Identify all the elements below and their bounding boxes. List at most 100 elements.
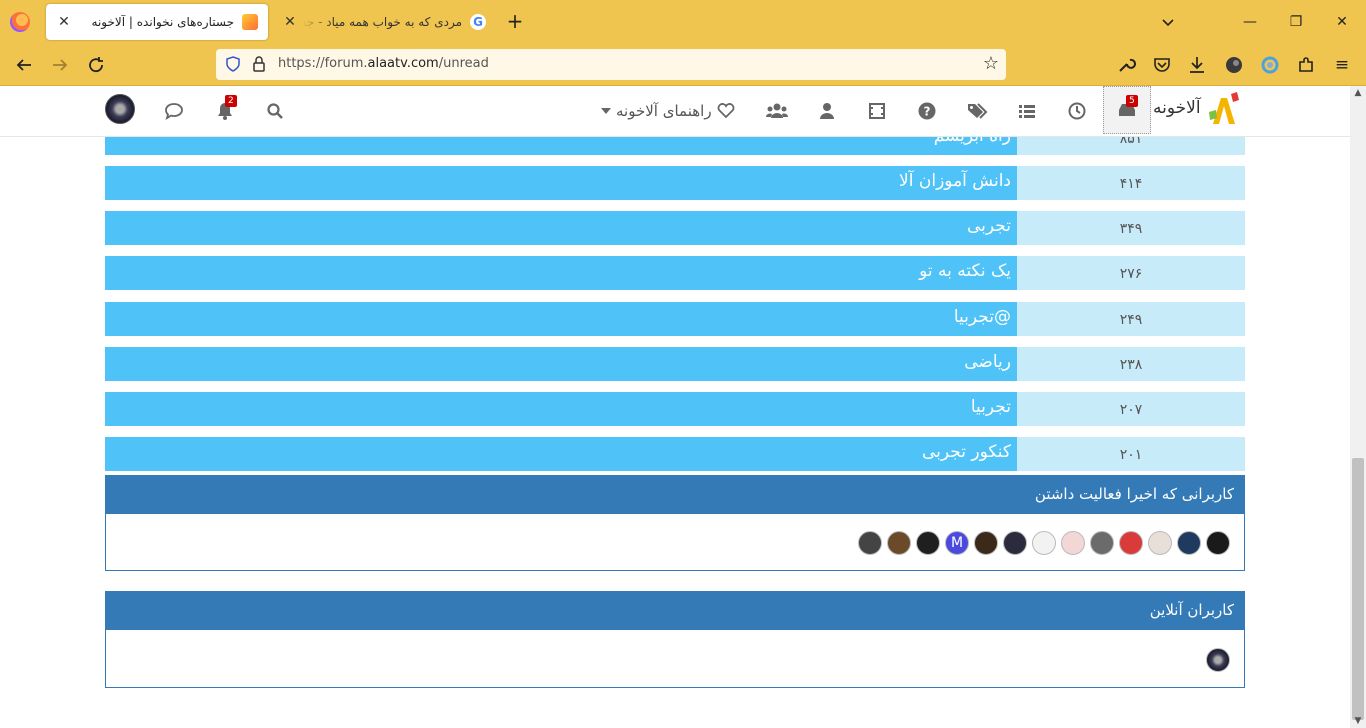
- scroll-down-arrow-icon[interactable]: ▼: [1350, 714, 1366, 728]
- tag-name[interactable]: راه ابریشم: [105, 137, 1017, 155]
- panel-title: کاربرانی که اخیرا فعالیت داشتن: [106, 476, 1244, 514]
- tag-name[interactable]: تجربی: [105, 211, 1017, 245]
- forward-arrow-icon[interactable]: [49, 54, 71, 76]
- tab-title: مردی که به خواب همه میاد - جس: [302, 15, 462, 29]
- tag-row[interactable]: کنکور تجربی ۲۰۱: [105, 437, 1245, 471]
- video-film-icon[interactable]: [865, 99, 889, 123]
- scroll-up-arrow-icon[interactable]: ▲: [1350, 86, 1366, 100]
- user-avatar[interactable]: [1148, 531, 1172, 555]
- alaatv-logo-icon[interactable]: [1207, 90, 1241, 130]
- extension-ring-icon[interactable]: [1259, 54, 1281, 76]
- user-avatar[interactable]: [1119, 531, 1143, 555]
- tag-count: ۸۵۱: [1017, 137, 1245, 155]
- tab-close-icon[interactable]: ✕: [282, 14, 298, 30]
- categories-list-icon[interactable]: [1015, 99, 1039, 123]
- user-avatar[interactable]: [974, 531, 998, 555]
- tag-name[interactable]: دانش آموزان آلا: [105, 166, 1017, 200]
- reload-icon[interactable]: [85, 54, 107, 76]
- pocket-icon[interactable]: [1151, 54, 1173, 76]
- user-avatar[interactable]: [1003, 531, 1027, 555]
- unread-inbox-button[interactable]: 5: [1103, 86, 1151, 134]
- user-avatar[interactable]: [1206, 531, 1230, 555]
- notifications-badge: 2: [225, 95, 237, 107]
- caret-down-icon: [601, 108, 611, 114]
- back-arrow-icon[interactable]: [13, 54, 35, 76]
- close-window-button[interactable]: ✕: [1332, 12, 1352, 32]
- firefox-logo-icon[interactable]: [10, 12, 30, 32]
- user-avatar[interactable]: [887, 531, 911, 555]
- alaatv-favicon-icon: [242, 14, 258, 30]
- user-avatar[interactable]: [1206, 648, 1230, 672]
- notifications-bell-icon[interactable]: 2: [213, 95, 237, 123]
- tag-row[interactable]: دانش آموزان آلا ۴۱۴: [105, 166, 1245, 200]
- google-favicon-icon: G: [470, 14, 486, 30]
- user-avatar[interactable]: [916, 531, 940, 555]
- user-avatar[interactable]: [1032, 531, 1056, 555]
- panel-title: کاربران آنلاین: [106, 592, 1244, 630]
- tag-row[interactable]: راه ابریشم ۸۵۱: [105, 137, 1245, 155]
- online-users-panel: کاربران آنلاین: [105, 591, 1245, 688]
- tag-name[interactable]: @تجربیا: [105, 302, 1017, 336]
- tab-title: جستاره‌های نخوانده | آلاخونه: [91, 15, 234, 29]
- tag-row[interactable]: یک نکته به تو ۲۷۶: [105, 256, 1245, 290]
- tag-name[interactable]: یک نکته به تو: [105, 256, 1017, 290]
- extension-avatar-icon[interactable]: [1223, 54, 1245, 76]
- inbox-badge: 5: [1126, 95, 1138, 107]
- guide-menu-label: راهنمای آلاخونه: [616, 102, 712, 120]
- download-icon[interactable]: [1186, 54, 1208, 76]
- hamburger-menu-icon[interactable]: ≡: [1331, 54, 1353, 76]
- tag-row[interactable]: تجربیا ۲۰۷: [105, 392, 1245, 426]
- tag-row[interactable]: تجربی ۳۴۹: [105, 211, 1245, 245]
- tag-name[interactable]: ریاضی: [105, 347, 1017, 381]
- url-text[interactable]: https://forum.alaatv.com/unread: [278, 56, 489, 71]
- user-avatar[interactable]: [105, 94, 135, 124]
- recent-users-avatars: M: [858, 531, 1230, 555]
- extensions-puzzle-icon[interactable]: [1295, 54, 1317, 76]
- chat-bubble-icon[interactable]: [162, 99, 186, 123]
- tab-close-icon[interactable]: ✕: [56, 14, 72, 30]
- help-question-icon[interactable]: ?: [915, 99, 939, 123]
- tag-count: ۲۰۱: [1017, 437, 1245, 471]
- guide-menu[interactable]: راهنمای آلاخونه: [601, 99, 735, 123]
- tracking-shield-icon[interactable]: [225, 56, 241, 72]
- tag-count: ۲۷۶: [1017, 256, 1245, 290]
- user-icon[interactable]: [815, 99, 839, 123]
- tag-name[interactable]: کنکور تجربی: [105, 437, 1017, 471]
- tag-row[interactable]: ریاضی ۲۳۸: [105, 347, 1245, 381]
- user-avatar[interactable]: [1177, 531, 1201, 555]
- page-scrollbar[interactable]: ▲ ▼: [1350, 86, 1366, 728]
- tag-name[interactable]: تجربیا: [105, 392, 1017, 426]
- users-group-icon[interactable]: [765, 99, 789, 123]
- tab-active[interactable]: ✕ جستاره‌های نخوانده | آلاخونه: [46, 4, 268, 40]
- tag-count: ۲۳۸: [1017, 347, 1245, 381]
- browser-navigation-bar: https://forum.alaatv.com/unread ☆ ≡: [0, 44, 1366, 86]
- user-avatar[interactable]: [1090, 531, 1114, 555]
- brand-name[interactable]: آلاخونه: [1153, 98, 1201, 118]
- user-avatar[interactable]: [1061, 531, 1085, 555]
- lock-icon[interactable]: [251, 55, 267, 73]
- wrench-icon[interactable]: [1115, 54, 1137, 76]
- forum-header: آلاخونه 5 ? راهنمای آلاخونه 2: [0, 86, 1350, 137]
- svg-text:?: ?: [924, 105, 931, 119]
- minimize-button[interactable]: —: [1240, 12, 1260, 32]
- new-tab-button[interactable]: +: [504, 10, 526, 32]
- recent-clock-icon[interactable]: [1065, 99, 1089, 123]
- user-avatar[interactable]: M: [945, 531, 969, 555]
- user-avatar[interactable]: [858, 531, 882, 555]
- address-bar[interactable]: https://forum.alaatv.com/unread ☆: [216, 49, 1006, 80]
- tab-inactive[interactable]: ✕ مردی که به خواب همه میاد - جس G: [272, 4, 496, 40]
- search-icon[interactable]: [263, 99, 287, 123]
- tag-row[interactable]: @تجربیا ۲۴۹: [105, 302, 1245, 336]
- scroll-thumb[interactable]: [1352, 458, 1364, 720]
- tag-count: ۲۰۷: [1017, 392, 1245, 426]
- list-tabs-chevron-icon[interactable]: [1158, 12, 1178, 32]
- recent-users-panel: کاربرانی که اخیرا فعالیت داشتن M: [105, 475, 1245, 571]
- tags-icon[interactable]: [965, 99, 989, 123]
- bookmark-star-icon[interactable]: ☆: [983, 53, 999, 74]
- online-users-avatars: [1206, 648, 1230, 672]
- restore-button[interactable]: ❐: [1286, 12, 1306, 32]
- tag-count: ۳۴۹: [1017, 211, 1245, 245]
- browser-tab-bar: ✕ جستاره‌های نخوانده | آلاخونه ✕ مردی که…: [0, 0, 1366, 44]
- unread-page-content: راه ابریشم ۸۵۱ دانش آموزان آلا ۴۱۴ تجربی…: [0, 137, 1350, 728]
- heart-icon: [717, 103, 734, 119]
